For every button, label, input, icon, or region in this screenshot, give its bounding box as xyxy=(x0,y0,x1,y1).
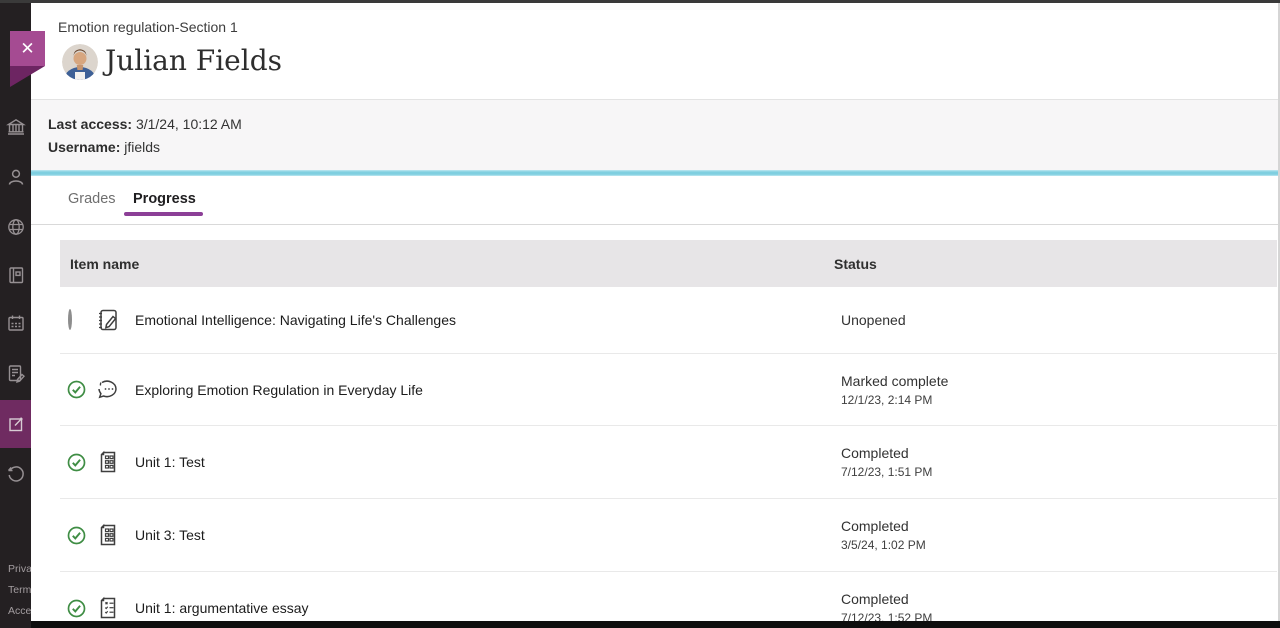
table-row[interactable]: Emotional Intelligence: Navigating Life'… xyxy=(60,287,1277,353)
profile-icon[interactable] xyxy=(6,167,26,187)
last-access-line: Last access: 3/1/24, 10:12 AM xyxy=(48,113,1278,136)
student-overview-panel: Emotion regulation-Section 1 Julian Fiel… xyxy=(31,3,1280,621)
course-label: Emotion regulation-Section 1 xyxy=(58,19,238,35)
progress-table: Item name Status Emotional Intelligence:… xyxy=(60,240,1277,621)
messages-icon[interactable] xyxy=(6,363,26,383)
table-row[interactable]: Unit 1: argumentative essay Completed 7/… xyxy=(60,571,1277,621)
table-row[interactable]: Exploring Emotion Regulation in Everyday… xyxy=(60,353,1277,425)
table-row[interactable]: Unit 1: Test Completed 7/12/23, 1:51 PM xyxy=(60,425,1277,498)
complete-check-icon xyxy=(67,599,86,618)
base-navigation-sidebar: Privacy Terms Accessibility xyxy=(0,0,31,628)
complete-check-icon xyxy=(67,526,86,545)
item-status-date: 3/5/24, 1:02 PM xyxy=(841,538,1277,552)
last-access-value: 3/1/24, 10:12 AM xyxy=(136,116,242,132)
item-title: Unit 1: argumentative essay xyxy=(135,600,309,616)
item-status-date: 7/12/23, 1:52 PM xyxy=(841,611,1277,621)
window-top-edge xyxy=(0,0,1280,3)
item-title: Unit 3: Test xyxy=(135,527,205,543)
calendar-icon[interactable] xyxy=(6,313,26,333)
courses-icon[interactable] xyxy=(6,265,26,285)
student-name: Julian Fields xyxy=(105,44,282,77)
item-title: Emotional Intelligence: Navigating Life'… xyxy=(135,312,456,328)
table-header: Item name Status xyxy=(60,240,1277,287)
panel-header: Emotion regulation-Section 1 Julian Fiel… xyxy=(31,3,1278,100)
test-icon xyxy=(95,449,121,475)
complete-check-icon xyxy=(67,453,86,472)
close-icon: ✕ xyxy=(20,39,34,59)
tab-grades[interactable]: Grades xyxy=(68,191,116,207)
student-avatar xyxy=(62,44,98,80)
unopened-circle-icon xyxy=(67,311,86,330)
student-meta-section: Last access: 3/1/24, 10:12 AM Username: … xyxy=(31,100,1278,170)
discussion-icon xyxy=(95,377,121,403)
item-title: Exploring Emotion Regulation in Everyday… xyxy=(135,382,423,398)
column-header-status: Status xyxy=(833,256,877,272)
item-status: Unopened xyxy=(841,312,1277,329)
sidebar-item-gradebook-active[interactable] xyxy=(0,400,31,448)
activity-history-icon[interactable] xyxy=(6,463,26,483)
journal-icon xyxy=(95,307,121,333)
checklist-icon xyxy=(95,595,121,621)
complete-check-icon xyxy=(67,380,86,399)
last-access-label: Last access: xyxy=(48,116,132,132)
username-label: Username: xyxy=(48,139,120,155)
table-row[interactable]: Unit 3: Test Completed 3/5/24, 1:02 PM xyxy=(60,498,1277,571)
tab-progress[interactable]: Progress xyxy=(133,191,196,207)
institution-icon[interactable] xyxy=(6,117,26,137)
column-header-item-name: Item name xyxy=(60,256,833,272)
username-value: jfields xyxy=(124,139,160,155)
item-status-date: 12/1/23, 2:14 PM xyxy=(841,393,1277,407)
globe-icon[interactable] xyxy=(6,217,26,237)
grades-icon xyxy=(6,414,26,434)
close-panel-button[interactable]: ✕ xyxy=(10,31,45,66)
item-status-date: 7/12/23, 1:51 PM xyxy=(841,465,1277,479)
item-status: Completed xyxy=(841,518,1277,535)
active-tab-underline xyxy=(124,212,203,216)
test-icon xyxy=(95,522,121,548)
tab-bar: Grades Progress xyxy=(31,176,1278,225)
item-status: Completed xyxy=(841,591,1277,608)
item-title: Unit 1: Test xyxy=(135,454,205,470)
username-line: Username: jfields xyxy=(48,136,1278,159)
item-status: Completed xyxy=(841,445,1277,462)
item-status: Marked complete xyxy=(841,373,1277,390)
